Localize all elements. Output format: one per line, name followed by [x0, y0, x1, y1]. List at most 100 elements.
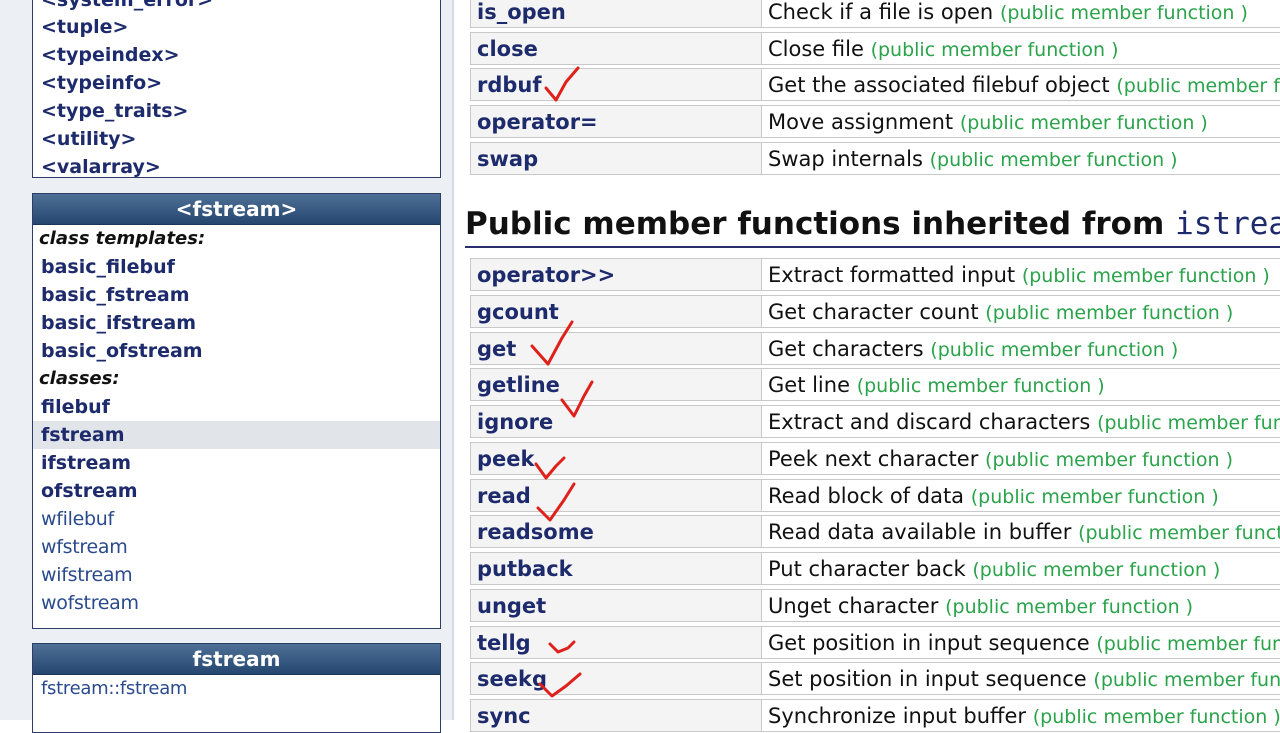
member-desc: Extract formatted input (public member f…	[761, 258, 1280, 291]
desc-text: Extract and discard characters	[768, 410, 1091, 434]
nav-item-wifstream[interactable]: wifstream	[33, 561, 440, 589]
member-desc: Read block of data (public member functi…	[761, 479, 1280, 512]
nav-item-wfilebuf[interactable]: wfilebuf	[33, 505, 440, 533]
nav-item-fstream-selected[interactable]: fstream	[33, 421, 440, 449]
member-name[interactable]: operator>>	[470, 258, 761, 291]
member-row-get: get Get characters (public member functi…	[470, 332, 1280, 365]
nav-item-basic-ofstream[interactable]: basic_ofstream	[33, 337, 440, 365]
desc-text: Unget character	[768, 594, 939, 618]
nav-item-wofstream[interactable]: wofstream	[33, 589, 440, 617]
member-row-tellg: tellg Get position in input sequence (pu…	[470, 626, 1280, 659]
desc-text: Close file	[768, 37, 864, 61]
member-row-readsome: readsome Read data available in buffer (…	[470, 515, 1280, 548]
member-name[interactable]: putback	[470, 552, 761, 585]
tag-text: (public member function )	[1096, 633, 1280, 655]
desc-text: Get position in input sequence	[768, 631, 1090, 655]
nav-item-system-error[interactable]: <system_error>	[33, 0, 440, 13]
member-row-putback: putback Put character back (public membe…	[470, 552, 1280, 585]
nav-item-typeindex[interactable]: <typeindex>	[33, 41, 440, 69]
member-desc: Extract and discard characters (public m…	[761, 405, 1280, 438]
desc-text: Extract formatted input	[768, 263, 1016, 287]
member-desc: Get character count (public member funct…	[761, 295, 1280, 328]
tag-text: (public member function )	[1116, 75, 1280, 97]
member-name[interactable]: is_open	[470, 0, 761, 28]
classes-heading: classes:	[39, 368, 120, 389]
member-name[interactable]: close	[470, 32, 761, 65]
fstream-header-box: <fstream> class templates: basic_filebuf…	[32, 193, 441, 629]
member-row-peek: peek Peek next character (public member …	[470, 442, 1280, 475]
member-name[interactable]: readsome	[470, 515, 761, 548]
tag-text: (public member function )	[870, 39, 1119, 61]
member-name[interactable]: ignore	[470, 405, 761, 438]
tag-text: (public member function )	[959, 112, 1208, 134]
desc-text: Move assignment	[768, 110, 954, 134]
nav-item-fstream-constructor[interactable]: fstream::fstream	[33, 675, 440, 703]
nav-item-valarray[interactable]: <valarray>	[33, 153, 440, 181]
desc-text: Get character count	[768, 300, 979, 324]
member-name[interactable]: tellg	[470, 626, 761, 659]
nav-item-typeinfo[interactable]: <typeinfo>	[33, 69, 440, 97]
nav-item-wfstream[interactable]: wfstream	[33, 533, 440, 561]
nav-item-filebuf[interactable]: filebuf	[33, 393, 440, 421]
desc-text: Peek next character	[768, 447, 979, 471]
section-title-code[interactable]: istream	[1175, 206, 1280, 242]
member-row-is-open: is_open Check if a file is open (public …	[470, 0, 1280, 28]
nav-item-tuple[interactable]: <tuple>	[33, 13, 440, 41]
member-name[interactable]: read	[470, 479, 761, 512]
desc-text: Swap internals	[768, 147, 923, 171]
tag-text: (public member function )	[1097, 412, 1280, 434]
tag-text: (public member function )	[930, 339, 1179, 361]
fstream-class-title: fstream	[33, 644, 440, 675]
section-title-text: Public member functions inherited from	[465, 206, 1176, 242]
tag-text: (public member function )	[856, 375, 1105, 397]
tag-text: (public member function )	[985, 302, 1234, 324]
member-desc: Move assignment (public member function …	[761, 105, 1280, 138]
nav-item-basic-ifstream[interactable]: basic_ifstream	[33, 309, 440, 337]
member-name[interactable]: rdbuf	[470, 68, 761, 101]
member-desc: Read data available in buffer (public me…	[761, 515, 1280, 548]
desc-text: Check if a file is open	[768, 0, 994, 24]
tag-text: (public member function )	[1078, 522, 1280, 544]
member-desc: Synchronize input buffer (public member …	[761, 699, 1280, 732]
member-name[interactable]: peek	[470, 442, 761, 475]
member-name[interactable]: operator=	[470, 105, 761, 138]
member-name[interactable]: seekg	[470, 662, 761, 695]
tag-text: (public member function )	[1093, 669, 1280, 691]
member-desc: Get line (public member function )	[761, 368, 1280, 401]
desc-text: Synchronize input buffer	[768, 704, 1027, 728]
more-items-clipped	[33, 703, 440, 715]
member-desc: Set position in input sequence (public m…	[761, 662, 1280, 695]
member-desc: Get position in input sequence (public m…	[761, 626, 1280, 659]
desc-text: Get the associated filebuf object	[768, 73, 1110, 97]
member-name[interactable]: sync	[470, 699, 761, 732]
class-templates-heading: class templates:	[39, 228, 206, 249]
tag-text: (public member function )	[999, 2, 1248, 24]
desc-text: Set position in input sequence	[768, 667, 1087, 691]
nav-item-ifstream[interactable]: ifstream	[33, 449, 440, 477]
tag-text: (public member function )	[970, 486, 1219, 508]
nav-item-ofstream[interactable]: ofstream	[33, 477, 440, 505]
tag-text: (public member function )	[945, 596, 1194, 618]
member-name[interactable]: gcount	[470, 295, 761, 328]
desc-text: Read data available in buffer	[768, 520, 1072, 544]
nav-item-type-traits[interactable]: <type_traits>	[33, 97, 440, 125]
desc-text: Read block of data	[768, 484, 965, 508]
tag-text: (public member function )	[1032, 706, 1280, 728]
desc-text: Get line	[768, 373, 851, 397]
member-row-read: read Read block of data (public member f…	[470, 479, 1280, 512]
nav-item-basic-fstream[interactable]: basic_fstream	[33, 281, 440, 309]
nav-item-basic-filebuf[interactable]: basic_filebuf	[33, 253, 440, 281]
member-desc: Get the associated filebuf object (publi…	[761, 68, 1280, 101]
nav-item-utility[interactable]: <utility>	[33, 125, 440, 153]
headers-list-box: <system_error> <tuple> <typeindex> <type…	[32, 0, 441, 178]
section-title: Public member functions inherited from i…	[465, 206, 1280, 248]
member-name[interactable]: swap	[470, 142, 761, 175]
tag-text: (public member function )	[929, 149, 1178, 171]
member-desc: Peek next character (public member funct…	[761, 442, 1280, 475]
member-row-getline: getline Get line (public member function…	[470, 368, 1280, 401]
member-name[interactable]: unget	[470, 589, 761, 622]
member-name[interactable]: getline	[470, 368, 761, 401]
desc-text: Get characters	[768, 337, 924, 361]
member-row-sync: sync Synchronize input buffer (public me…	[470, 699, 1280, 732]
member-name[interactable]: get	[470, 332, 761, 365]
